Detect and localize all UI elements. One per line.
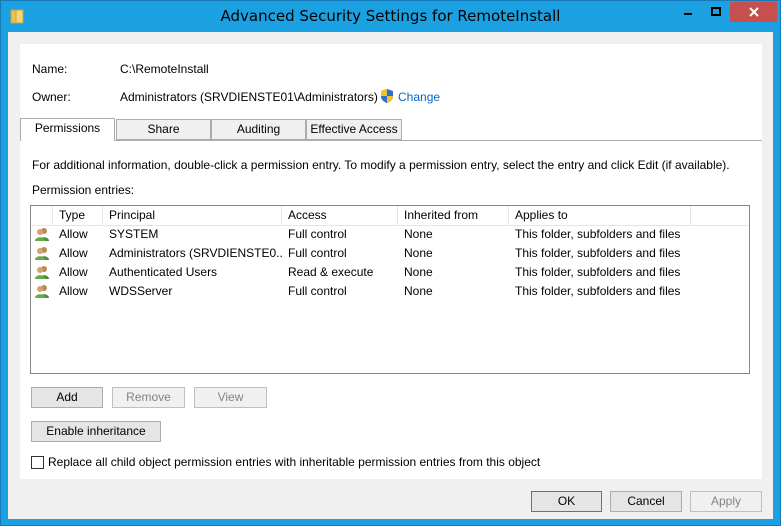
tab-auditing[interactable]: Auditing	[211, 119, 306, 140]
cell-type: Allow	[59, 284, 88, 298]
column-principal[interactable]: Principal	[103, 206, 282, 225]
cell-inherited: None	[404, 265, 433, 279]
cell-type: Allow	[59, 265, 88, 279]
tab-share[interactable]: Share	[116, 119, 211, 140]
change-owner-link[interactable]: Change	[398, 90, 440, 104]
owner-value: Administrators (SRVDIENSTE01\Administrat…	[120, 90, 378, 104]
view-button[interactable]: View	[194, 387, 267, 408]
cell-access: Full control	[288, 227, 347, 241]
add-button[interactable]: Add	[31, 387, 103, 408]
cell-applies: This folder, subfolders and files	[515, 265, 681, 279]
maximize-icon	[710, 7, 721, 16]
dialog-client: Name: C:\RemoteInstall Owner: Administra…	[8, 32, 773, 519]
tab-permissions[interactable]: Permissions	[20, 118, 115, 141]
column-access[interactable]: Access	[282, 206, 398, 225]
dialog-window: Advanced Security Settings for RemoteIns…	[0, 0, 781, 526]
owner-label: Owner:	[32, 90, 71, 104]
user-group-icon	[35, 247, 49, 260]
name-value: C:\RemoteInstall	[120, 62, 209, 76]
cell-principal: WDSServer	[109, 284, 173, 298]
cell-access: Full control	[288, 246, 347, 260]
cell-type: Allow	[59, 246, 88, 260]
remove-button[interactable]: Remove	[112, 387, 185, 408]
cell-type: Allow	[59, 227, 88, 241]
window-title: Advanced Security Settings for RemoteIns…	[220, 7, 561, 25]
title-bar[interactable]: Advanced Security Settings for RemoteIns…	[1, 1, 780, 32]
enable-inheritance-button[interactable]: Enable inheritance	[31, 421, 161, 442]
info-text: For additional information, double-click…	[32, 158, 730, 172]
cell-principal: Administrators (SRVDIENSTE0...	[109, 246, 282, 260]
tab-effective-access[interactable]: Effective Access	[306, 119, 402, 140]
cancel-button[interactable]: Cancel	[610, 491, 682, 512]
cell-applies: This folder, subfolders and files	[515, 284, 681, 298]
uac-shield-icon	[381, 89, 393, 103]
permission-entries-label: Permission entries:	[32, 183, 135, 197]
replace-child-permissions-label[interactable]: Replace all child object permission entr…	[48, 455, 540, 469]
column-inherited-from[interactable]: Inherited from	[398, 206, 509, 225]
cell-access: Read & execute	[288, 265, 374, 279]
minimize-icon	[683, 13, 692, 15]
user-group-icon	[35, 228, 49, 241]
column-type[interactable]: Type	[53, 206, 103, 225]
cell-access: Full control	[288, 284, 347, 298]
user-group-icon	[35, 266, 49, 279]
table-row[interactable]: Allow Authenticated Users Read & execute…	[31, 263, 749, 282]
table-row[interactable]: Allow Administrators (SRVDIENSTE0... Ful…	[31, 244, 749, 263]
maximize-button[interactable]	[702, 2, 729, 22]
close-icon	[748, 7, 759, 17]
cell-principal: Authenticated Users	[109, 265, 218, 279]
column-icon	[31, 206, 53, 225]
column-applies-to[interactable]: Applies to	[509, 206, 691, 225]
permission-entries-list[interactable]: Type Principal Access Inherited from App…	[30, 205, 750, 374]
cell-inherited: None	[404, 227, 433, 241]
minimize-button[interactable]	[674, 2, 701, 22]
name-label: Name:	[32, 62, 68, 76]
apply-button[interactable]: Apply	[690, 491, 762, 512]
cell-applies: This folder, subfolders and files	[515, 227, 681, 241]
user-group-icon	[35, 285, 49, 298]
table-row[interactable]: Allow WDSServer Full control None This f…	[31, 282, 749, 301]
close-button[interactable]	[730, 2, 777, 22]
list-header: Type Principal Access Inherited from App…	[31, 206, 749, 226]
cell-inherited: None	[404, 284, 433, 298]
table-row[interactable]: Allow SYSTEM Full control None This fold…	[31, 225, 749, 244]
cell-inherited: None	[404, 246, 433, 260]
cell-applies: This folder, subfolders and files	[515, 246, 681, 260]
cell-principal: SYSTEM	[109, 227, 159, 241]
ok-button[interactable]: OK	[531, 491, 602, 512]
replace-child-permissions-checkbox[interactable]	[31, 456, 44, 469]
